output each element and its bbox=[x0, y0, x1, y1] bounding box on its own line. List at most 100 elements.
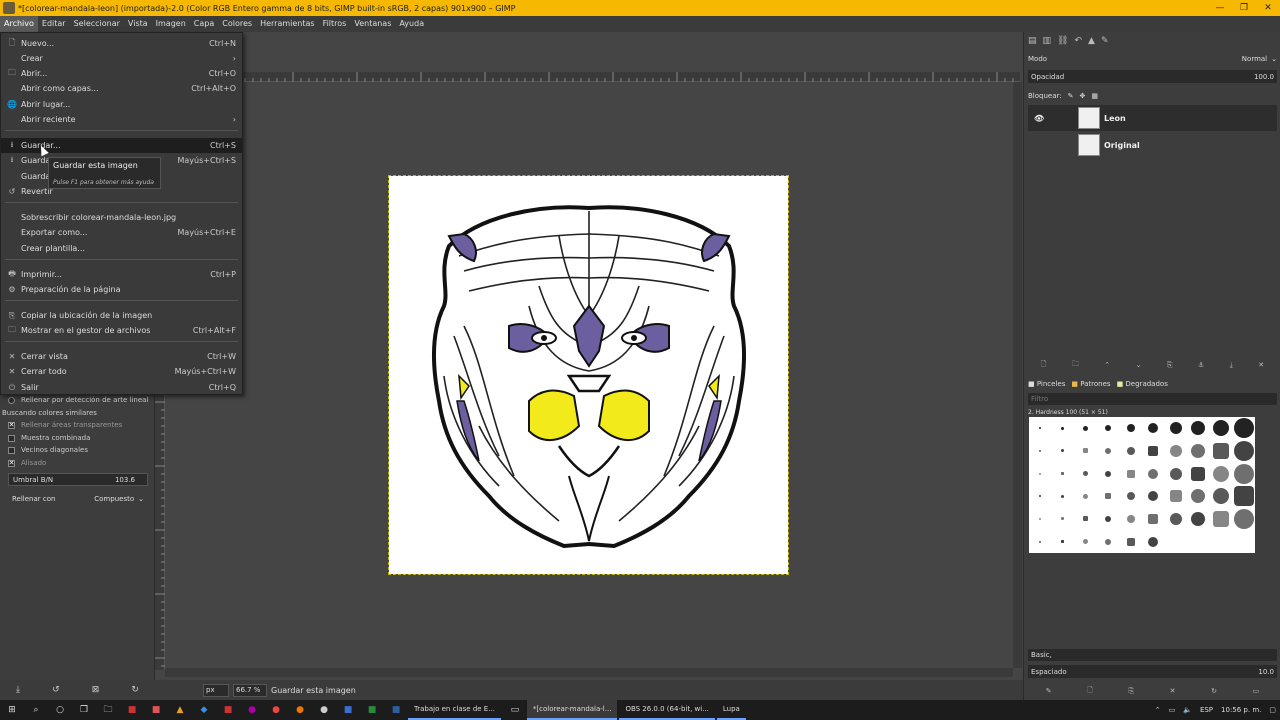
brush-preset[interactable] bbox=[1187, 417, 1210, 440]
notifications-icon[interactable]: ▢ bbox=[1269, 706, 1276, 714]
app-icon[interactable]: ● bbox=[312, 700, 336, 720]
brush-preset[interactable] bbox=[1097, 485, 1120, 508]
menu-herramientas[interactable]: Herramientas bbox=[256, 16, 319, 32]
file-menu-item[interactable]: ✕ Cerrar vista Ctrl+W bbox=[1, 349, 242, 364]
brush-preset[interactable] bbox=[1097, 417, 1120, 440]
firefox-icon[interactable]: ● bbox=[288, 700, 312, 720]
brush-preset[interactable] bbox=[1142, 417, 1165, 440]
brush-preset[interactable] bbox=[1029, 530, 1052, 553]
image-canvas[interactable] bbox=[388, 175, 789, 575]
lock-pixels-icon[interactable]: ✎ bbox=[1068, 92, 1074, 100]
brush-preset[interactable] bbox=[1052, 417, 1075, 440]
lower-layer-icon[interactable]: ⌄ bbox=[1136, 361, 1142, 369]
brush-preset[interactable] bbox=[1232, 462, 1255, 485]
brush-preset[interactable] bbox=[1119, 417, 1142, 440]
file-menu-item[interactable]: Sobrescribir colorear-mandala-leon.jpg bbox=[1, 210, 242, 225]
taskbar-app-gimp[interactable]: *[colorear-mandala-l... bbox=[526, 700, 618, 720]
channels-tab-icon[interactable]: ▥ bbox=[1043, 36, 1052, 46]
clock[interactable]: 10:56 p. m. bbox=[1221, 706, 1261, 714]
brush-preset[interactable] bbox=[1029, 485, 1052, 508]
brush-preset[interactable] bbox=[1097, 440, 1120, 463]
mode-value[interactable]: Normal bbox=[1242, 55, 1267, 63]
delete-layer-icon[interactable]: ✕ bbox=[1258, 361, 1264, 369]
brush-preset[interactable] bbox=[1074, 417, 1097, 440]
sample-merged-checkbox[interactable] bbox=[8, 434, 15, 442]
brush-preset[interactable] bbox=[1119, 440, 1142, 463]
menu-vista[interactable]: Vista bbox=[124, 16, 152, 32]
brush-preset[interactable] bbox=[1210, 440, 1233, 463]
language-indicator[interactable]: ESP bbox=[1200, 706, 1213, 714]
file-menu-item[interactable]: ⚙ Preparación de la página bbox=[1, 282, 242, 297]
brush-preset[interactable] bbox=[1142, 440, 1165, 463]
menu-editar[interactable]: Editar bbox=[38, 16, 70, 32]
brush-preset[interactable] bbox=[1142, 530, 1165, 553]
fill-transparent-option[interactable]: ✕ Rellenar áreas transparentes bbox=[8, 421, 122, 429]
brush-preset[interactable] bbox=[1165, 462, 1188, 485]
brush-preset[interactable] bbox=[1097, 462, 1120, 485]
brush-preset[interactable] bbox=[1052, 485, 1075, 508]
file-menu-item[interactable]: Abrir como capas... Ctrl+Alt+O bbox=[1, 81, 242, 96]
app-icon[interactable]: ● bbox=[240, 700, 264, 720]
brush-preset[interactable] bbox=[1187, 440, 1210, 463]
app-icon[interactable]: ■ bbox=[384, 700, 408, 720]
vscode-icon[interactable]: ◆ bbox=[192, 700, 216, 720]
new-group-icon[interactable]: 🗀 bbox=[1072, 360, 1079, 371]
cortana-icon[interactable]: ○ bbox=[48, 700, 72, 720]
network-icon[interactable]: ▭ bbox=[1169, 706, 1176, 714]
lock-position-icon[interactable]: ✥ bbox=[1080, 92, 1086, 100]
brush-preset[interactable] bbox=[1052, 440, 1075, 463]
brush-preset[interactable] bbox=[1210, 462, 1233, 485]
file-menu-item[interactable]: ⭳ Guardar... Ctrl+S bbox=[1, 138, 242, 153]
menu-archivo[interactable]: Archivo bbox=[0, 16, 38, 32]
horizontal-scrollbar[interactable] bbox=[165, 668, 1013, 677]
tab-patterns[interactable]: ■ Patrones bbox=[1071, 380, 1110, 388]
horizontal-ruler[interactable] bbox=[164, 72, 1020, 82]
delete-tool-preset-icon[interactable]: ⊠ bbox=[92, 685, 100, 695]
taskbar-app[interactable]: Trabajo en clase de E... bbox=[408, 700, 501, 720]
layers-tab-icon[interactable]: ▤ bbox=[1028, 36, 1037, 46]
file-menu-item[interactable]: 🗋 Nuevo... Ctrl+N bbox=[1, 36, 242, 51]
brush-preset[interactable] bbox=[1119, 462, 1142, 485]
tab-brushes[interactable]: ■ Pinceles bbox=[1028, 380, 1065, 388]
brush-preset[interactable] bbox=[1119, 485, 1142, 508]
brush-preset[interactable] bbox=[1210, 508, 1233, 531]
file-menu-item[interactable]: 🗀 Abrir... Ctrl+O bbox=[1, 66, 242, 81]
brush-preset[interactable] bbox=[1232, 508, 1255, 531]
brush-preset[interactable] bbox=[1187, 485, 1210, 508]
fill-by-combo[interactable]: Rellenar con Compuesto ⌄ bbox=[8, 492, 148, 505]
brush-preset[interactable] bbox=[1074, 462, 1097, 485]
layer-row[interactable]: Original bbox=[1028, 132, 1277, 158]
brush-preset[interactable] bbox=[1187, 462, 1210, 485]
brush-preset[interactable] bbox=[1029, 417, 1052, 440]
eye-icon[interactable]: 👁 bbox=[1034, 114, 1044, 123]
vertical-scrollbar[interactable] bbox=[1013, 82, 1022, 668]
save-tool-preset-icon[interactable]: ⤓ bbox=[16, 685, 20, 695]
menu-filtros[interactable]: Filtros bbox=[319, 16, 351, 32]
brush-tab-icon[interactable]: ✎ bbox=[1101, 36, 1109, 46]
layer-mode-row[interactable]: Modo Normal ⌄ bbox=[1028, 52, 1277, 66]
menu-capa[interactable]: Capa bbox=[190, 16, 218, 32]
app-icon[interactable]: ▲ bbox=[168, 700, 192, 720]
brush-preset[interactable] bbox=[1052, 530, 1075, 553]
brush-preset[interactable] bbox=[1074, 508, 1097, 531]
brush-preset[interactable] bbox=[1232, 417, 1255, 440]
sample-merged-option[interactable]: Muestra combinada bbox=[8, 434, 90, 442]
close-button[interactable]: ✕ bbox=[1256, 3, 1280, 13]
opacity-slider[interactable]: Opacidad 100.0 bbox=[1028, 70, 1277, 83]
zoom-selector[interactable]: 66.7 % bbox=[233, 683, 267, 697]
volume-icon[interactable]: 🔈 bbox=[1183, 706, 1192, 714]
brush-preset[interactable] bbox=[1097, 508, 1120, 531]
brush-preset[interactable] bbox=[1210, 485, 1233, 508]
taskbar-app[interactable]: Lupa bbox=[716, 700, 746, 720]
duplicate-brush-icon[interactable]: ⎘ bbox=[1128, 687, 1134, 696]
app-icon[interactable]: ■ bbox=[120, 700, 144, 720]
layer-row[interactable]: 👁 Leon bbox=[1028, 105, 1277, 131]
tool-tab-icon[interactable]: ▲ bbox=[1088, 36, 1095, 46]
paths-tab-icon[interactable]: ⛓ bbox=[1057, 36, 1068, 46]
menu-colores[interactable]: Colores bbox=[218, 16, 256, 32]
brush-preset[interactable] bbox=[1029, 508, 1052, 531]
menu-seleccionar[interactable]: Seleccionar bbox=[70, 16, 124, 32]
brush-preset[interactable] bbox=[1052, 508, 1075, 531]
brush-preset[interactable] bbox=[1074, 485, 1097, 508]
minimize-button[interactable]: — bbox=[1208, 3, 1232, 13]
